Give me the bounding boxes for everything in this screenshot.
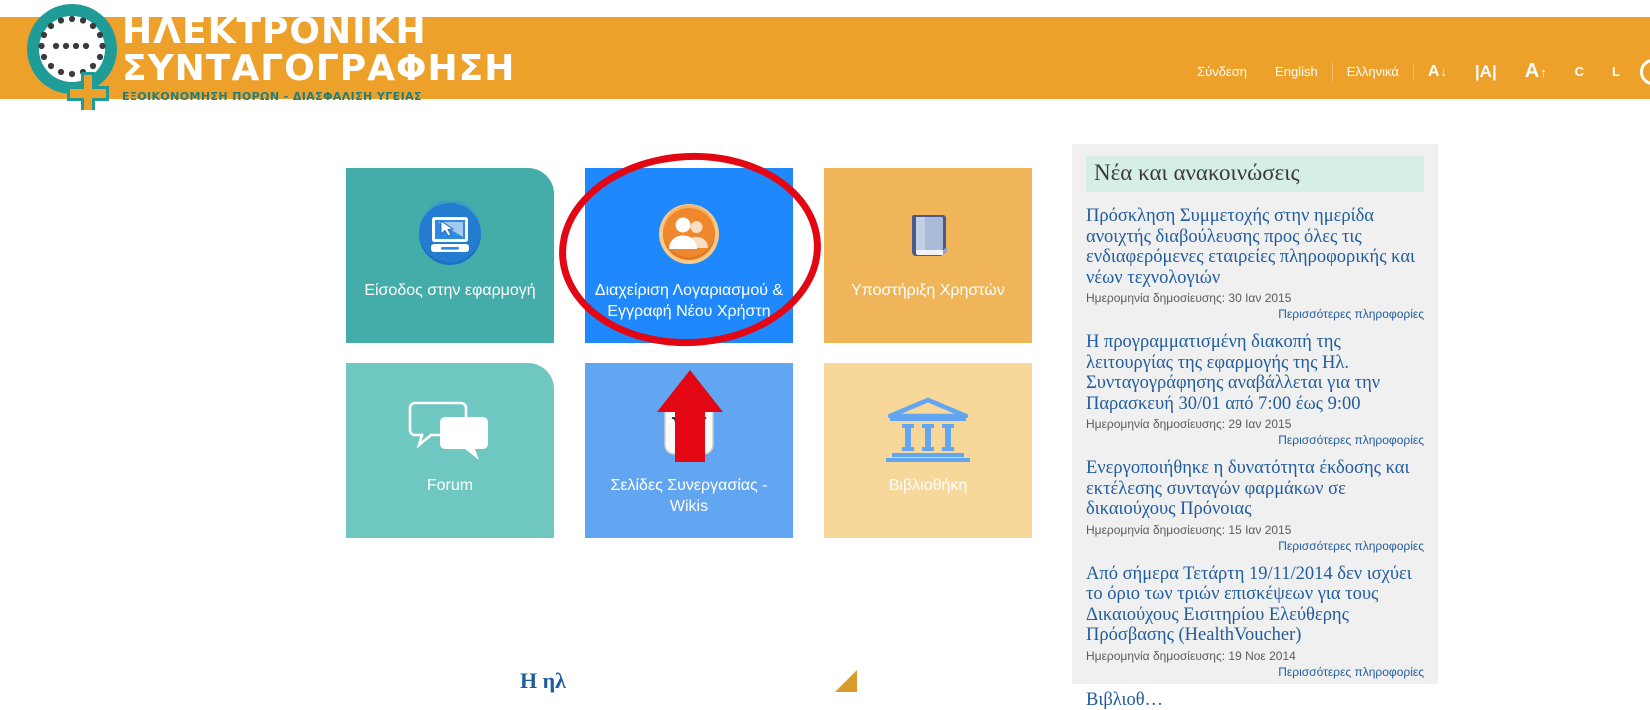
site-header: ΗΛΕΚΤΡΟΝΙΚΗ ΣΥΝΤΑΓΟΓΡΑΦΗΣΗ ΕΞΟΙΚΟΝΟΜΗΣΗ …	[0, 17, 1650, 99]
contrast-c-button[interactable]: C	[1561, 62, 1598, 82]
news-item-date: Ημερομηνία δημοσίευσης: 29 Ιαν 2015	[1086, 417, 1424, 431]
news-panel: Νέα και ανακοινώσεις Πρόσκληση Συμμετοχή…	[1072, 144, 1438, 684]
tile-account-management-label: Διαχείριση Λογαριασμού & Εγγραφή Νέου Χρ…	[593, 280, 785, 322]
svg-text:W: W	[671, 412, 707, 447]
tile-wikis[interactable]: W Σελίδες Συνεργασίας - Wikis	[585, 363, 793, 538]
arrow-up-icon: ↑	[1540, 63, 1547, 83]
font-decrease-button[interactable]: A ↓	[1414, 62, 1461, 82]
font-increase-button[interactable]: A ↑	[1511, 61, 1561, 83]
tile-user-support[interactable]: Υποστήριξη Χρηστών	[824, 168, 1032, 343]
news-item: Πρόσκληση Συμμετοχής στην ημερίδα ανοιχτ…	[1086, 206, 1424, 321]
tile-login-app[interactable]: Είσοδος στην εφαρμογή	[346, 168, 554, 343]
news-item: Η προγραμματισμένη διακοπή της λειτουργί…	[1086, 332, 1424, 447]
font-decrease-label: A	[1428, 62, 1440, 82]
contrast-circle-icon[interactable]	[1640, 59, 1650, 85]
font-increase-label: A	[1525, 61, 1539, 81]
nav-divider	[1332, 63, 1333, 81]
tile-library-label: Βιβλιοθήκη	[832, 475, 1024, 496]
news-item: Ενεργοποιήθηκε η δυνατότητα έκδοσης και …	[1086, 458, 1424, 553]
tile-library[interactable]: Βιβλιοθήκη	[824, 363, 1032, 538]
bottom-cut-text: Η ηλ	[520, 668, 566, 694]
book-icon	[824, 198, 1032, 270]
news-item-more-link[interactable]: Περισσότερες πληροφορίες	[1086, 665, 1424, 679]
news-item-more-link[interactable]: Περισσότερες πληροφορίες	[1086, 539, 1424, 553]
prescription-logo-icon	[20, 2, 128, 110]
news-item-date: Ημερομηνία δημοσίευσης: 19 Νοε 2014	[1086, 649, 1424, 663]
news-item-title[interactable]: Η προγραμματισμένη διακοπή της λειτουργί…	[1086, 332, 1424, 414]
logo-line-2: ΣΥΝΤΑΓΟΓΡΑΦΗΣΗ	[122, 50, 515, 87]
classical-building-icon	[824, 393, 1032, 465]
logo-tagline: ΕΞΟΙΚΟΝΟΜΗΣΗ ΠΟΡΩΝ - ΔΙΑΣΦΑΛΙΣΗ ΥΓΕΙΑΣ	[122, 89, 515, 105]
news-item: Από σήμερα Τετάρτη 19/11/2014 δεν ισχύει…	[1086, 564, 1424, 679]
news-item-date: Ημερομηνία δημοσίευσης: 30 Ιαν 2015	[1086, 291, 1424, 305]
tile-forum[interactable]: Forum	[346, 363, 554, 538]
arrow-down-icon: ↓	[1440, 62, 1447, 82]
font-normal-button[interactable]: |A|	[1461, 62, 1511, 82]
news-item-title[interactable]: Βιβλιοθ…	[1086, 690, 1424, 710]
tile-forum-label: Forum	[354, 475, 546, 496]
news-item-title[interactable]: Από σήμερα Τετάρτη 19/11/2014 δεν ισχύει…	[1086, 564, 1424, 646]
news-item: Βιβλιοθ…	[1086, 690, 1424, 710]
tile-wikis-label: Σελίδες Συνεργασίας - Wikis	[593, 475, 785, 517]
tile-user-support-label: Υποστήριξη Χρηστών	[832, 280, 1024, 301]
contrast-l-button[interactable]: L	[1598, 62, 1634, 82]
site-logo[interactable]: ΗΛΕΚΤΡΟΝΙΚΗ ΣΥΝΤΑΓΟΓΡΑΦΗΣΗ ΕΞΟΙΚΟΝΟΜΗΣΗ …	[12, 0, 412, 115]
news-panel-heading: Νέα και ανακοινώσεις	[1086, 156, 1424, 192]
nav-divider	[1413, 63, 1414, 81]
tile-login-app-label: Είσοδος στην εφαρμογή	[354, 280, 546, 301]
speech-bubbles-icon	[346, 393, 554, 465]
tile-account-management[interactable]: Διαχείριση Λογαριασμού & Εγγραφή Νέου Χρ…	[585, 168, 793, 343]
nav-lang-greek[interactable]: Ελληνικά	[1333, 62, 1413, 82]
news-item-title[interactable]: Ενεργοποιήθηκε η δυνατότητα έκδοσης και …	[1086, 458, 1424, 520]
monitor-cursor-icon	[346, 198, 554, 270]
nav-login[interactable]: Σύνδεση	[1183, 62, 1261, 82]
news-item-title[interactable]: Πρόσκληση Συμμετοχής στην ημερίδα ανοιχτ…	[1086, 206, 1424, 288]
wiki-w-icon: W	[585, 393, 793, 465]
logo-wordmark: ΗΛΕΚΤΡΟΝΙΚΗ ΣΥΝΤΑΓΟΓΡΑΦΗΣΗ ΕΞΟΙΚΟΝΟΜΗΣΗ …	[122, 14, 515, 105]
news-item-more-link[interactable]: Περισσότερες πληροφορίες	[1086, 307, 1424, 321]
nav-lang-english[interactable]: English	[1261, 62, 1332, 82]
top-navigation: Σύνδεση English Ελληνικά A ↓ |A| A ↑ C L	[1183, 57, 1650, 87]
news-item-more-link[interactable]: Περισσότερες πληροφορίες	[1086, 433, 1424, 447]
font-normal-label: |A|	[1475, 62, 1497, 82]
users-group-icon	[585, 198, 793, 270]
bottom-orange-badge	[835, 670, 857, 692]
logo-line-1: ΗΛΕΚΤΡΟΝΙΚΗ	[122, 14, 515, 50]
news-item-date: Ημερομηνία δημοσίευσης: 15 Ιαν 2015	[1086, 523, 1424, 537]
